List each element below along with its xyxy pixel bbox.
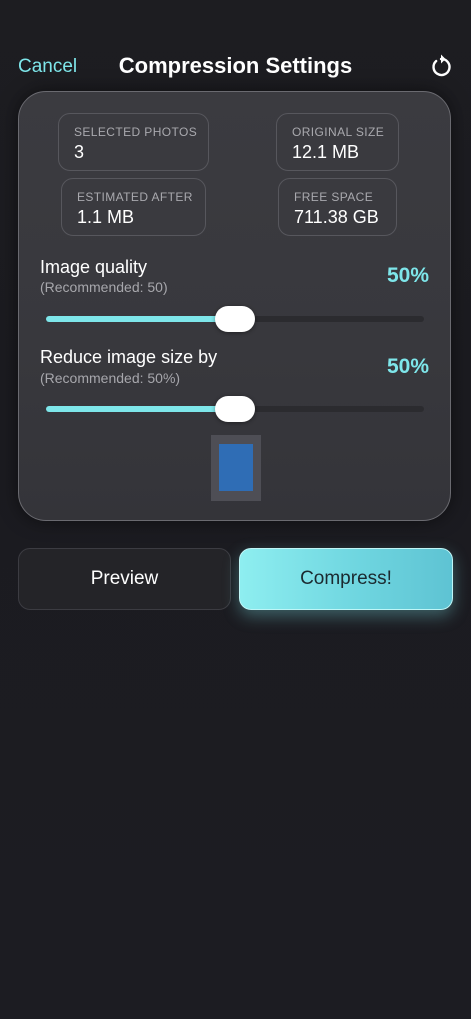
stat-free-space: FREE SPACE 711.38 GB bbox=[278, 178, 397, 236]
compress-button[interactable]: Compress! bbox=[239, 548, 453, 610]
image-quality-title: Image quality bbox=[40, 257, 148, 277]
reduce-size-value: 50% bbox=[386, 355, 429, 378]
preview-button[interactable]: Preview bbox=[18, 548, 231, 610]
stat-value: 12.1 MB bbox=[292, 142, 360, 162]
reset-button[interactable] bbox=[427, 52, 455, 80]
image-quality-recommendation: (Recommended: 50) bbox=[40, 279, 168, 295]
image-quality-slider[interactable] bbox=[46, 305, 424, 333]
stat-value: 1.1 MB bbox=[77, 207, 135, 227]
slider-thumb[interactable] bbox=[215, 396, 255, 422]
image-quality-value: 50% bbox=[386, 264, 429, 287]
slider-thumb[interactable] bbox=[215, 306, 255, 332]
stat-value: 711.38 GB bbox=[294, 207, 379, 227]
page-title: Compression Settings bbox=[118, 53, 353, 78]
stat-label: SELECTED PHOTOS bbox=[74, 125, 198, 139]
reduce-size-title: Reduce image size by bbox=[40, 347, 218, 367]
reset-icon bbox=[432, 54, 451, 77]
preview-image bbox=[219, 444, 253, 491]
slider-fill bbox=[46, 316, 235, 322]
settings-card: SELECTED PHOTOS 3 ORIGINAL SIZE 12.1 MB … bbox=[18, 91, 451, 521]
stat-original-size: ORIGINAL SIZE 12.1 MB bbox=[276, 113, 399, 171]
slider-fill bbox=[46, 406, 235, 412]
stat-label: FREE SPACE bbox=[294, 190, 374, 204]
preview-thumbnail bbox=[211, 435, 261, 501]
stat-label: ESTIMATED AFTER bbox=[77, 190, 193, 204]
stat-label: ORIGINAL SIZE bbox=[292, 125, 385, 139]
reduce-size-recommendation: (Recommended: 50%) bbox=[40, 370, 181, 386]
stat-estimated-after: ESTIMATED AFTER 1.1 MB bbox=[61, 178, 206, 236]
stat-selected-photos: SELECTED PHOTOS 3 bbox=[58, 113, 209, 171]
reduce-size-slider[interactable] bbox=[46, 395, 424, 423]
stat-value: 3 bbox=[74, 142, 85, 162]
navigation-bar: Cancel Compression Settings bbox=[0, 40, 471, 92]
